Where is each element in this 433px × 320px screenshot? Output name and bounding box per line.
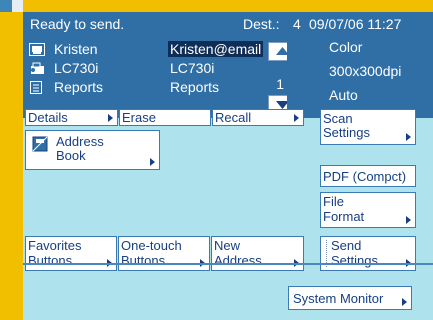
new-address-button[interactable]: New Address — [211, 236, 304, 271]
scan-settings-button[interactable]: Scan Settings — [320, 109, 416, 145]
address-value: Reports — [170, 79, 220, 95]
recall-button[interactable]: Recall — [212, 109, 304, 126]
erase-button[interactable]: Erase — [119, 109, 211, 126]
send-settings-button[interactable]: Send Settings — [320, 236, 416, 271]
address-name: LC730i — [54, 60, 99, 76]
system-monitor-button[interactable]: System Monitor — [288, 286, 412, 310]
address-book-button[interactable]: Address Book — [25, 130, 160, 170]
favorites-buttons-button[interactable]: Favorites Buttons — [25, 236, 117, 271]
address-name: Reports — [54, 79, 104, 95]
address-row-2[interactable]: LC730i LC730i — [29, 59, 269, 78]
address-row-3[interactable]: Reports Reports — [29, 78, 269, 97]
address-book-icon — [32, 136, 48, 152]
chevron-right-icon — [402, 298, 407, 306]
address-value: LC730i — [170, 60, 215, 76]
address-row-1[interactable]: Kristen Kristen@email — [29, 40, 269, 59]
email-icon — [29, 43, 45, 56]
dest-count: 4 — [293, 16, 301, 32]
frame-corner-accent — [12, 0, 23, 12]
status-message: Ready to send. — [30, 16, 125, 32]
color-mode: Color — [329, 39, 363, 55]
scan-specs-panel: Color 300x300dpi Auto — [287, 36, 433, 118]
dest-label: Dest.: — [243, 16, 280, 32]
file-format-button[interactable]: File Format — [320, 192, 416, 228]
status-bar: Ready to send. Dest.: 4 09/07/06 11:27 — [23, 12, 433, 36]
address-value: Kristen@email — [168, 41, 264, 57]
resolution: 300x300dpi — [329, 63, 402, 79]
size-mode: Auto — [329, 87, 358, 103]
chevron-right-icon — [150, 158, 155, 166]
address-name: Kristen — [54, 41, 98, 57]
chevron-right-icon — [108, 114, 113, 122]
chevron-right-icon — [406, 133, 411, 141]
chevron-right-icon — [406, 216, 411, 224]
datetime: 09/07/06 11:27 — [309, 16, 402, 32]
pdf-format-button[interactable]: PDF (Compct) — [320, 165, 416, 187]
divider — [23, 263, 433, 265]
one-touch-buttons-button[interactable]: One-touch Buttons — [118, 236, 210, 271]
details-button[interactable]: Details — [25, 109, 118, 126]
chevron-right-icon — [294, 114, 299, 122]
page-count: 1 — [276, 76, 284, 92]
fax-icon — [31, 62, 44, 74]
touch-screen: Ready to send. Dest.: 4 09/07/06 11:27 K… — [23, 12, 433, 320]
folder-icon — [30, 81, 42, 94]
